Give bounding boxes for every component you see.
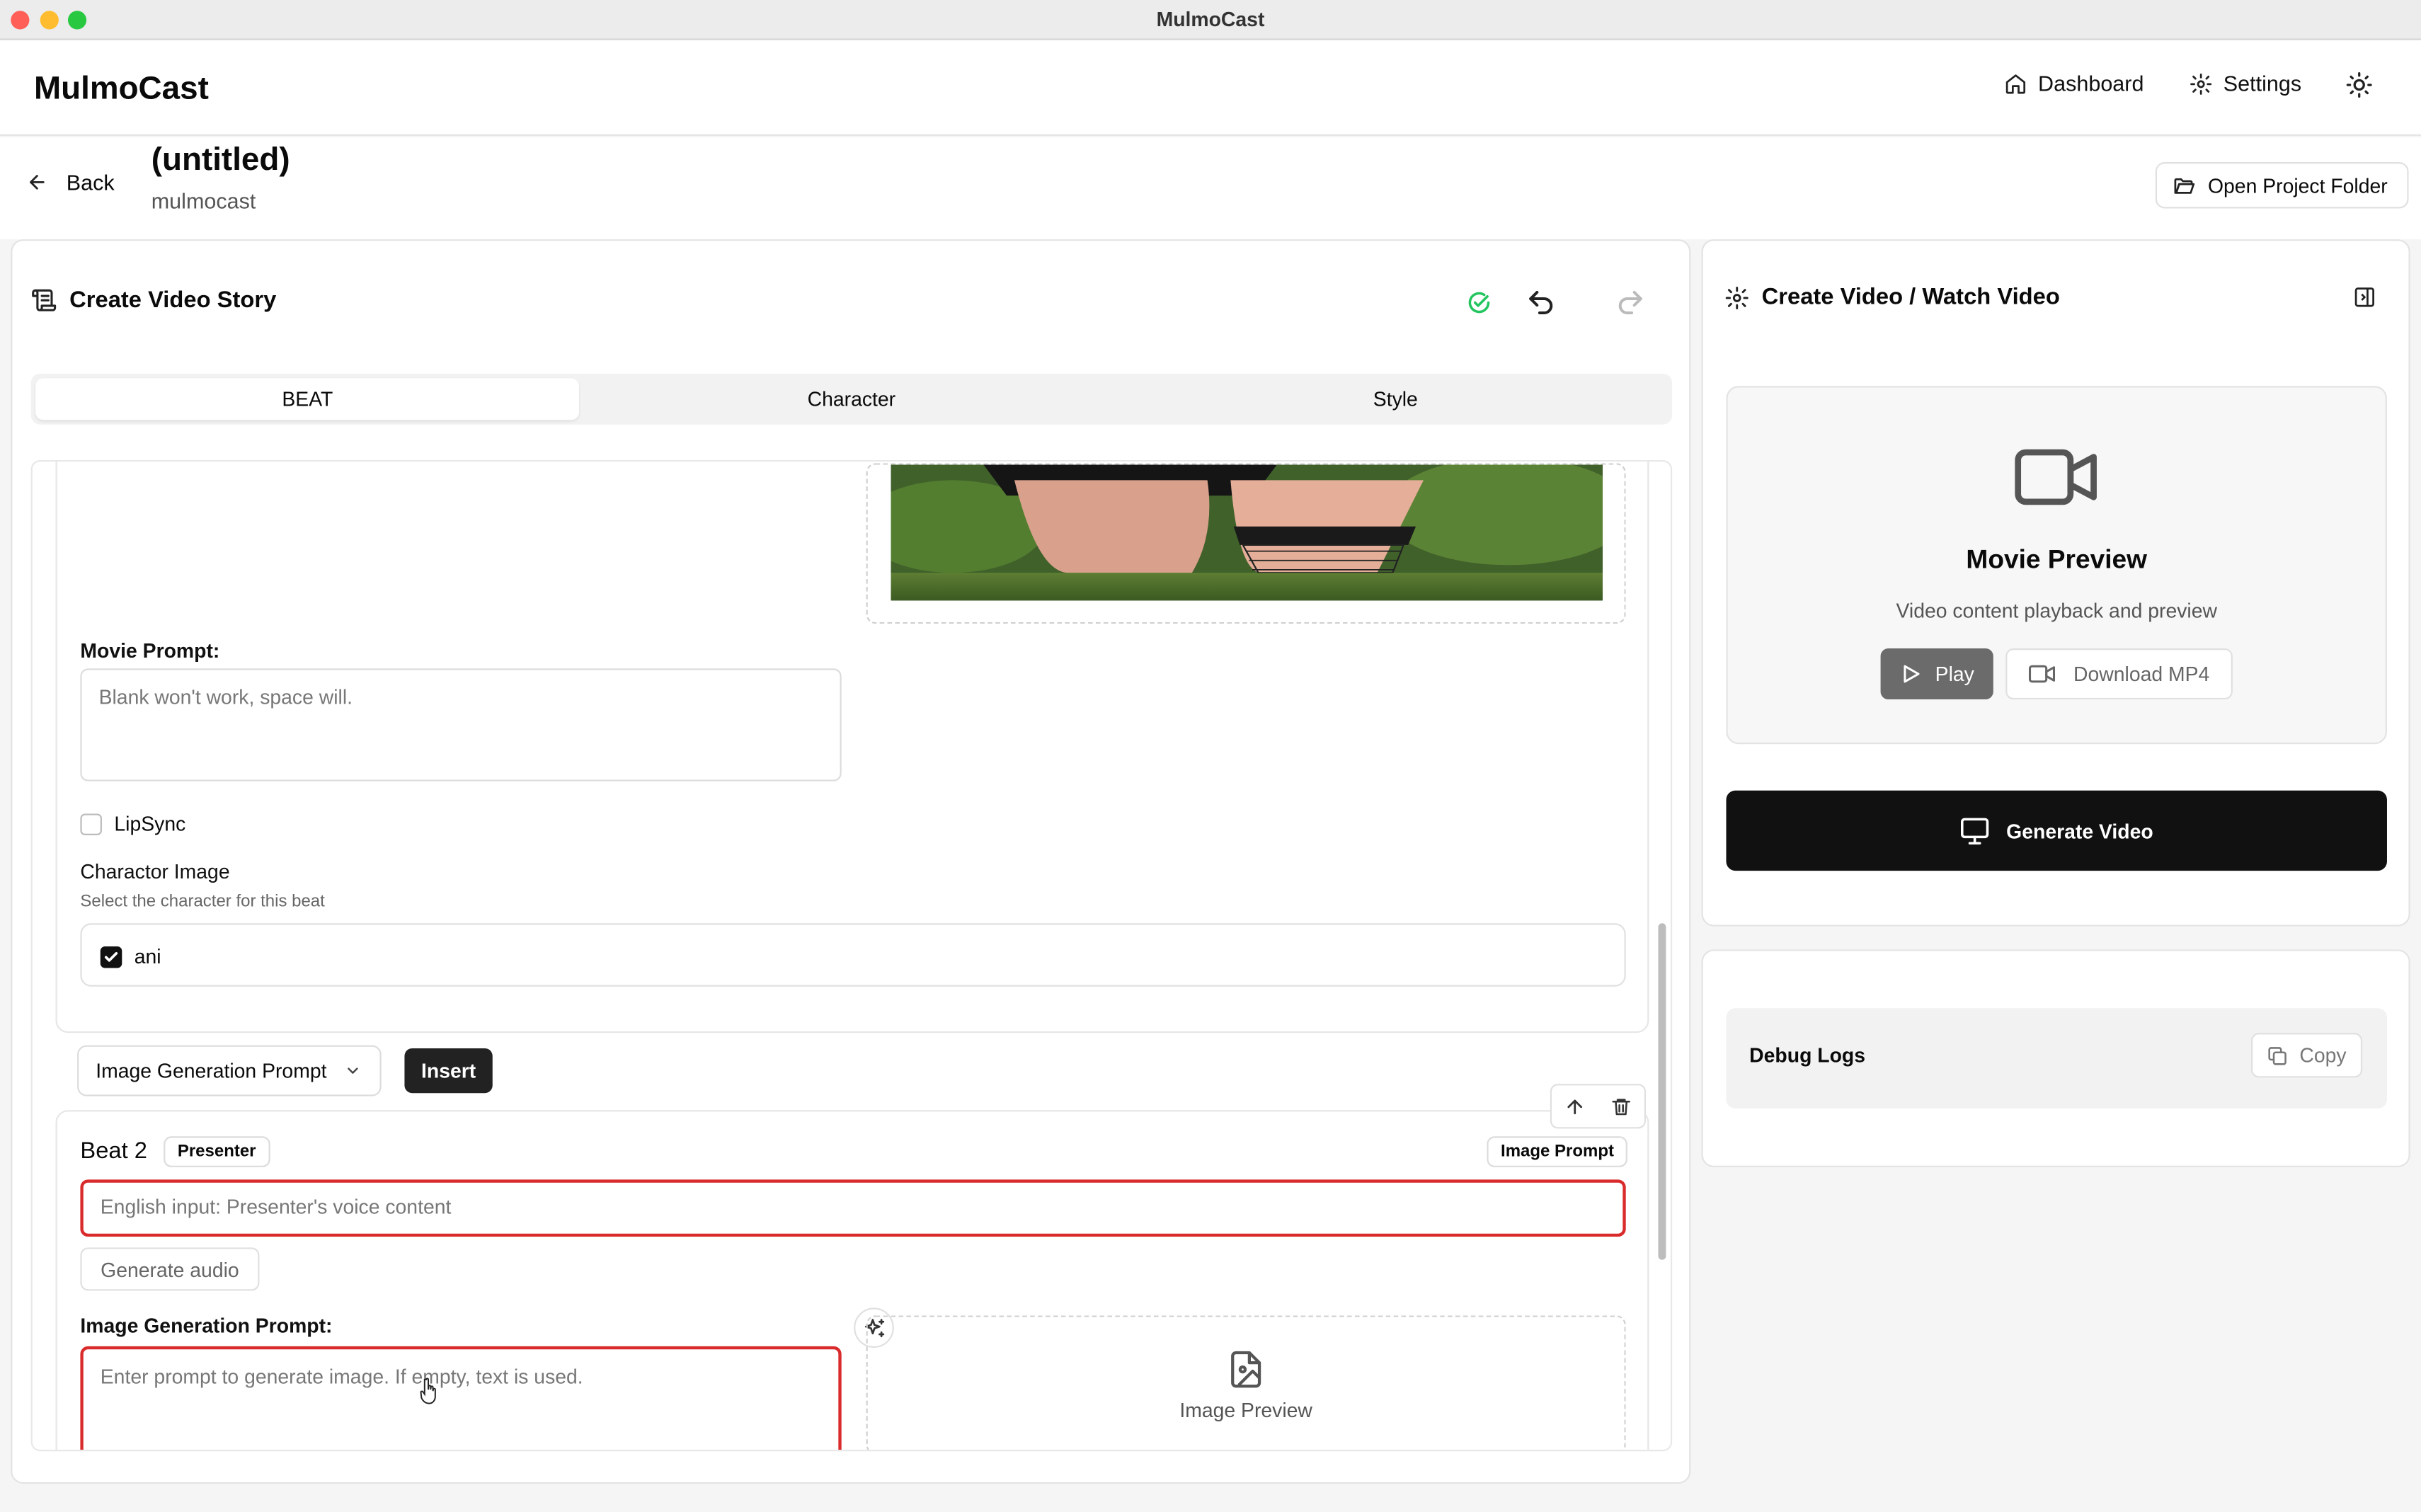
movie-preview-card: Movie Preview Video content playback and… bbox=[1726, 386, 2387, 745]
project-title: (untitled) bbox=[151, 142, 290, 178]
scroll-icon bbox=[31, 287, 57, 314]
video-camera-icon bbox=[2013, 446, 2100, 508]
generated-image bbox=[891, 464, 1603, 601]
story-editor-title: Create Video Story bbox=[69, 287, 277, 314]
play-label: Play bbox=[1935, 662, 1974, 686]
nav-settings-label: Settings bbox=[2223, 71, 2302, 96]
lipsync-checkbox[interactable] bbox=[80, 813, 102, 835]
beat-actions bbox=[1550, 1084, 1647, 1129]
generate-audio-button[interactable]: Generate audio bbox=[80, 1247, 260, 1291]
back-label: Back bbox=[66, 169, 115, 195]
image-preview-label: Image Preview bbox=[1179, 1397, 1312, 1421]
character-image-label: Charactor Image bbox=[80, 859, 230, 883]
folder-open-icon bbox=[2173, 173, 2196, 197]
character-name: ani bbox=[134, 944, 161, 968]
hand-cursor-icon bbox=[420, 1378, 442, 1405]
download-mp4-label: Download MP4 bbox=[2073, 662, 2210, 686]
copy-icon bbox=[2267, 1045, 2289, 1067]
lipsync-option[interactable]: LipSync bbox=[80, 812, 185, 835]
open-project-folder-label: Open Project Folder bbox=[2207, 173, 2388, 197]
project-subtitle: mulmocast bbox=[151, 188, 256, 213]
debug-logs-row[interactable]: Debug Logs Copy bbox=[1726, 1008, 2387, 1109]
speaker-badge[interactable]: Presenter bbox=[164, 1136, 270, 1167]
beats-scroll-area[interactable]: Movie Prompt: Blank won't work, space wi… bbox=[30, 459, 1673, 1452]
beat-card: Movie Prompt: Blank won't work, space wi… bbox=[55, 462, 1649, 1033]
editor-tabs: BEAT Character Style bbox=[30, 373, 1673, 425]
beat-card: Beat 2 Presenter Image Prompt English in… bbox=[55, 1084, 1649, 1450]
video-icon bbox=[2028, 664, 2055, 684]
undo-button[interactable] bbox=[1526, 287, 1557, 319]
app-brand[interactable]: MulmoCast bbox=[34, 71, 209, 108]
lipsync-label: LipSync bbox=[114, 812, 186, 835]
sun-icon bbox=[2345, 71, 2373, 98]
image-prompt-input[interactable]: Enter prompt to generate image. If empty… bbox=[80, 1346, 842, 1450]
download-mp4-button[interactable]: Download MP4 bbox=[2005, 648, 2233, 700]
home-icon bbox=[2004, 71, 2027, 95]
beat-type-select[interactable]: Image Generation Prompt bbox=[77, 1045, 382, 1096]
debug-panel: Debug Logs Copy bbox=[1701, 949, 2410, 1167]
saved-check-icon bbox=[1467, 290, 1492, 315]
gear-icon bbox=[1724, 285, 1749, 309]
vertical-scrollbar[interactable] bbox=[1658, 923, 1666, 1260]
movie-prompt-input[interactable]: Blank won't work, space will. bbox=[80, 668, 842, 781]
character-select-box: ani bbox=[80, 923, 1626, 987]
gear-icon bbox=[2190, 71, 2213, 95]
collapse-panel-button[interactable] bbox=[2353, 286, 2376, 309]
movie-preview-subtitle: Video content playback and preview bbox=[1896, 599, 2217, 622]
image-preview-frame bbox=[866, 463, 1626, 624]
beat-mode-badge[interactable]: Image Prompt bbox=[1487, 1136, 1628, 1167]
generate-video-label: Generate Video bbox=[2006, 819, 2153, 842]
character-option-ani[interactable]: ani bbox=[100, 944, 161, 968]
project-bar: Back (untitled) mulmocast Open Project F… bbox=[0, 137, 2421, 240]
tab-character[interactable]: Character bbox=[580, 378, 1123, 420]
video-panel-title: Create Video / Watch Video bbox=[1761, 284, 2060, 311]
nav-dashboard[interactable]: Dashboard bbox=[2004, 71, 2144, 96]
character-image-hint: Select the character for this beat bbox=[80, 892, 325, 911]
video-panel: Create Video / Watch Video Movie Preview… bbox=[1701, 239, 2410, 927]
theme-toggle-button[interactable] bbox=[2345, 71, 2373, 98]
image-file-icon bbox=[1226, 1348, 1266, 1389]
play-icon bbox=[1900, 663, 1923, 686]
nav-settings[interactable]: Settings bbox=[2190, 71, 2301, 96]
copy-logs-button[interactable]: Copy bbox=[2251, 1033, 2363, 1078]
arrow-left-icon bbox=[26, 171, 48, 193]
story-editor-header: Create Video Story bbox=[31, 287, 277, 314]
story-editor-panel: Create Video Story BEAT Character Style bbox=[11, 239, 1691, 1484]
copy-label: Copy bbox=[2299, 1043, 2347, 1067]
play-button[interactable]: Play bbox=[1880, 648, 1993, 700]
movie-prompt-label: Movie Prompt: bbox=[80, 638, 220, 663]
beat-text-input[interactable]: English input: Presenter's voice content bbox=[80, 1179, 1626, 1237]
movie-preview-title: Movie Preview bbox=[1966, 544, 2147, 575]
character-checkbox[interactable] bbox=[100, 945, 122, 968]
window-titlebar: MulmoCast bbox=[0, 0, 2421, 40]
video-panel-header: Create Video / Watch Video bbox=[1724, 284, 2060, 310]
insert-beat-button[interactable]: Insert bbox=[404, 1048, 493, 1094]
redo-button[interactable] bbox=[1615, 287, 1646, 319]
open-project-folder-button[interactable]: Open Project Folder bbox=[2155, 162, 2409, 209]
generate-video-button[interactable]: Generate Video bbox=[1726, 790, 2387, 871]
debug-logs-label: Debug Logs bbox=[1749, 1043, 1866, 1067]
nav-dashboard-label: Dashboard bbox=[2038, 71, 2144, 96]
app-header: MulmoCast Dashboard Settings bbox=[0, 40, 2421, 136]
tab-style[interactable]: Style bbox=[1123, 378, 1667, 420]
window-title: MulmoCast bbox=[1156, 7, 1265, 31]
beat-title: Beat 2 bbox=[80, 1138, 148, 1164]
beat-type-select-value: Image Generation Prompt bbox=[96, 1059, 327, 1082]
image-preview-placeholder: Image Preview bbox=[866, 1315, 1626, 1450]
move-up-button[interactable] bbox=[1564, 1095, 1586, 1117]
editor-toolbar bbox=[1467, 287, 1646, 319]
chevron-down-icon bbox=[344, 1063, 361, 1079]
back-button[interactable]: Back bbox=[26, 170, 115, 195]
app-root: MulmoCast MulmoCast Dashboard Settings B… bbox=[0, 0, 2421, 1512]
image-prompt-label: Image Generation Prompt: bbox=[80, 1314, 333, 1337]
tab-beat[interactable]: BEAT bbox=[35, 378, 580, 420]
monitor-icon bbox=[1960, 817, 1991, 845]
delete-beat-button[interactable] bbox=[1610, 1095, 1632, 1117]
